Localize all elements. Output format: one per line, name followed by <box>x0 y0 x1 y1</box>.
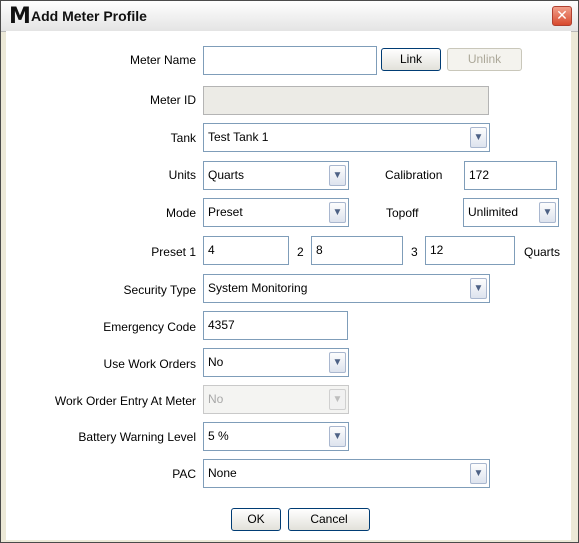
battery-warning-label: Battery Warning Level <box>78 430 196 444</box>
preset-2-label: 2 <box>297 245 304 259</box>
battery-warning-select[interactable]: 5 % ▼ <box>203 422 349 451</box>
calibration-label: Calibration <box>385 168 443 182</box>
use-work-orders-select[interactable]: No ▼ <box>203 348 349 377</box>
tank-select[interactable]: Test Tank 1 ▼ <box>203 123 490 152</box>
preset-3-input[interactable]: 12 <box>425 236 515 265</box>
units-select[interactable]: Quarts ▼ <box>203 161 349 190</box>
work-order-entry-value: No <box>208 392 224 406</box>
meter-name-input[interactable] <box>203 46 377 75</box>
security-type-select[interactable]: System Monitoring ▼ <box>203 274 490 303</box>
meter-name-label: Meter Name <box>129 53 196 67</box>
topoff-value: Unlimited <box>468 205 519 219</box>
preset-1-label: Preset 1 <box>151 245 196 259</box>
pac-label: PAC <box>172 467 196 481</box>
tank-value: Test Tank 1 <box>208 130 269 144</box>
meter-id-label: Meter ID <box>149 93 196 107</box>
units-value: Quarts <box>208 168 245 182</box>
use-work-orders-value: No <box>208 355 224 369</box>
chevron-down-icon[interactable]: ▼ <box>470 278 487 299</box>
emergency-code-label: Emergency Code <box>103 320 196 334</box>
units-label: Units <box>168 168 196 182</box>
security-type-label: Security Type <box>123 283 196 297</box>
preset-2-input[interactable]: 8 <box>311 236 403 265</box>
preset-3-label: 3 <box>411 245 418 259</box>
cancel-button[interactable]: Cancel <box>288 508 370 531</box>
chevron-down-icon[interactable]: ▼ <box>539 202 556 223</box>
preset-unit-label: Quarts <box>524 245 561 259</box>
preset-1-input[interactable]: 4 <box>203 236 289 265</box>
tank-label: Tank <box>170 131 196 145</box>
calibration-input[interactable]: 172 <box>464 161 557 190</box>
meter-id-field <box>203 86 489 115</box>
chevron-down-icon[interactable]: ▼ <box>470 463 487 484</box>
chevron-down-icon: ▼ <box>329 389 346 410</box>
chevron-down-icon[interactable]: ▼ <box>470 127 487 148</box>
battery-warning-value: 5 % <box>208 429 229 443</box>
mode-value: Preset <box>208 205 243 219</box>
link-button[interactable]: Link <box>381 48 441 71</box>
chevron-down-icon[interactable]: ▼ <box>329 352 346 373</box>
unlink-button: Unlink <box>447 48 522 71</box>
chevron-down-icon[interactable]: ▼ <box>329 165 346 186</box>
mode-label: Mode <box>165 206 196 220</box>
security-type-value: System Monitoring <box>208 281 308 295</box>
mode-select[interactable]: Preset ▼ <box>203 198 349 227</box>
work-order-entry-label: Work Order Entry At Meter <box>54 394 196 408</box>
close-icon: ✕ <box>556 8 568 24</box>
use-work-orders-label: Use Work Orders <box>103 357 196 371</box>
pac-select[interactable]: None ▼ <box>203 459 490 488</box>
work-order-entry-select: No ▼ <box>203 385 349 414</box>
chevron-down-icon[interactable]: ▼ <box>329 426 346 447</box>
emergency-code-input[interactable]: 4357 <box>203 311 348 340</box>
close-button[interactable]: ✕ <box>552 6 572 26</box>
dialog-title: Add Meter Profile <box>31 8 147 24</box>
app-logo: M <box>9 4 31 29</box>
topoff-select[interactable]: Unlimited ▼ <box>463 198 559 227</box>
pac-value: None <box>208 466 237 480</box>
title-bar: M Add Meter Profile ✕ <box>1 1 578 32</box>
topoff-label: Topoff <box>386 206 419 220</box>
ok-button[interactable]: OK <box>231 508 281 531</box>
chevron-down-icon[interactable]: ▼ <box>329 202 346 223</box>
